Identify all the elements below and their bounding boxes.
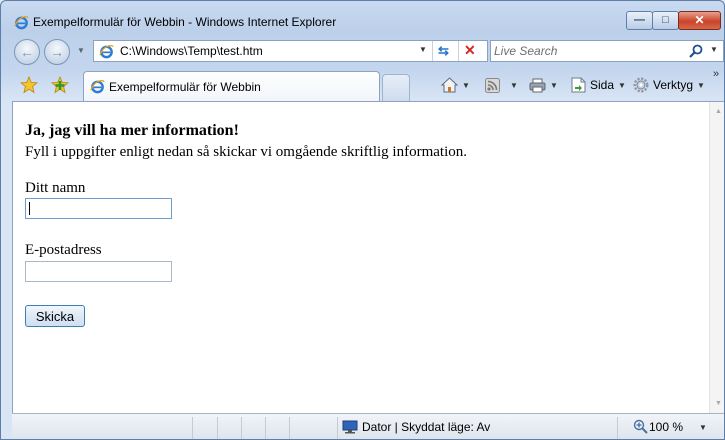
text-caret	[29, 202, 30, 215]
browser-window: Exempelformulär för Webbin - Windows Int…	[0, 0, 725, 440]
status-bar: Dator | Skyddat läge: Av 100 % ▼	[12, 413, 724, 439]
ie-logo-icon	[14, 15, 29, 30]
more-commands-chevron-icon[interactable]: »	[713, 68, 719, 80]
computer-zone-icon	[342, 420, 358, 434]
new-tab-button[interactable]	[382, 74, 410, 101]
vertical-scrollbar[interactable]: ▲ ▼	[709, 102, 724, 413]
page-icon	[571, 77, 586, 93]
close-icon: ✕	[694, 13, 705, 27]
name-label: Ditt namn	[25, 180, 86, 196]
minimize-button[interactable]: —	[626, 11, 653, 30]
forward-button[interactable]: →	[44, 39, 70, 65]
address-bar[interactable]: C:\Windows\Temp\test.htm ▼ ⇆ ✕	[93, 40, 488, 62]
gear-icon	[633, 77, 649, 93]
submit-button[interactable]: Skicka	[25, 305, 85, 327]
email-field[interactable]	[25, 261, 172, 282]
status-separator	[617, 417, 618, 439]
zoom-dropdown-icon[interactable]: ▼	[699, 423, 707, 432]
page-menu-label: Sida	[590, 78, 615, 92]
search-box[interactable]: ▼	[490, 40, 724, 62]
ie-page-icon	[90, 79, 105, 94]
status-separator	[192, 417, 193, 439]
page-menu-dropdown-icon[interactable]: ▼	[618, 81, 626, 90]
address-dropdown-icon[interactable]: ▼	[419, 45, 427, 54]
forward-arrow-icon: →	[50, 44, 64, 60]
search-input[interactable]	[494, 43, 669, 59]
window-title: Exempelformulär för Webbin - Windows Int…	[33, 15, 337, 29]
home-icon	[441, 77, 458, 93]
page-heading: Ja, jag vill ha mer information!	[25, 122, 239, 139]
maximize-icon: □	[662, 14, 669, 26]
security-zone-text[interactable]: Dator | Skyddat läge: Av	[362, 420, 490, 435]
print-icon	[529, 78, 546, 92]
email-label: E-postadress	[25, 242, 102, 258]
status-separator	[265, 417, 266, 439]
zoom-icon[interactable]	[633, 419, 648, 434]
maximize-button[interactable]: □	[652, 11, 679, 30]
ie-page-icon	[99, 44, 114, 59]
page-viewport: Ja, jag vill ha mer information! Fyll i …	[12, 101, 724, 413]
refresh-icon[interactable]: ⇆	[438, 43, 449, 58]
close-button[interactable]: ✕	[678, 11, 721, 30]
minimize-icon: —	[634, 14, 645, 26]
back-button[interactable]: ←	[14, 39, 40, 65]
page-menu-button[interactable]: Sida ▼	[571, 75, 626, 95]
recent-pages-dropdown-icon[interactable]: ▼	[77, 46, 85, 55]
print-dropdown-icon[interactable]: ▼	[550, 81, 558, 90]
feeds-button[interactable]: ▼	[485, 75, 518, 95]
scroll-down-arrow-icon[interactable]: ▼	[715, 400, 722, 407]
tab-label: Exempelformulär för Webbin	[109, 80, 261, 94]
scroll-up-arrow-icon[interactable]: ▲	[715, 108, 722, 115]
tab-active[interactable]: Exempelformulär för Webbin	[83, 71, 380, 101]
status-separator	[217, 417, 218, 439]
tools-menu-label: Verktyg	[653, 78, 694, 92]
add-to-favorites-icon[interactable]	[51, 76, 69, 94]
stop-icon[interactable]: ✕	[464, 42, 476, 59]
back-arrow-icon: ←	[20, 44, 34, 60]
home-button[interactable]: ▼	[441, 75, 470, 95]
status-separator	[241, 417, 242, 439]
name-field[interactable]	[25, 198, 172, 219]
print-button[interactable]: ▼	[529, 75, 558, 95]
tools-menu-button[interactable]: Verktyg ▼	[633, 75, 705, 95]
title-bar: Exempelformulär för Webbin - Windows Int…	[1, 1, 724, 31]
favorites-star-icon[interactable]	[20, 76, 38, 94]
search-icon[interactable]	[688, 43, 704, 59]
address-url[interactable]: C:\Windows\Temp\test.htm	[120, 44, 263, 59]
caption-buttons: — □ ✕	[626, 11, 721, 30]
search-options-dropdown-icon[interactable]: ▼	[710, 45, 718, 54]
page-intro: Fyll i uppgifter enligt nedan så skickar…	[25, 144, 467, 160]
address-separator	[458, 41, 459, 61]
home-dropdown-icon[interactable]: ▼	[462, 81, 470, 90]
status-separator	[289, 417, 290, 439]
tools-menu-dropdown-icon[interactable]: ▼	[697, 81, 705, 90]
zoom-level[interactable]: 100 %	[649, 420, 683, 435]
address-separator	[432, 41, 433, 61]
status-separator	[337, 417, 338, 439]
feeds-dropdown-icon[interactable]: ▼	[510, 81, 518, 90]
feeds-icon	[485, 77, 500, 93]
